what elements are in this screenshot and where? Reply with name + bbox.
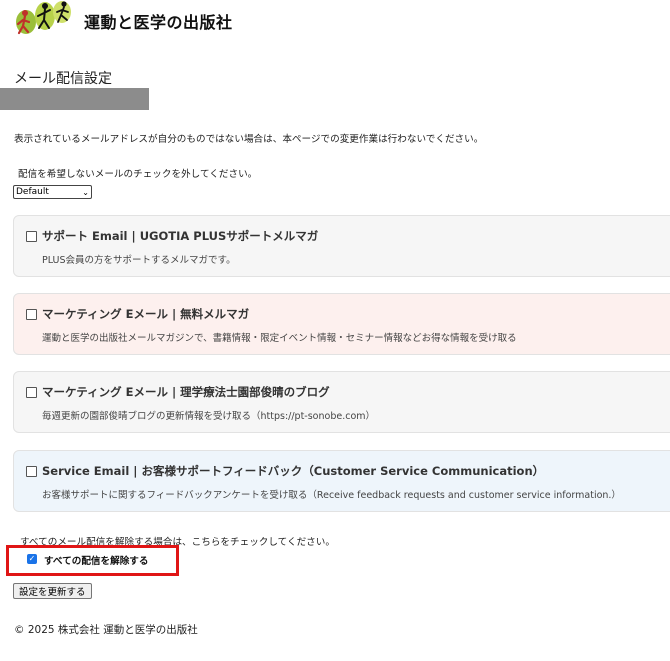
brand-logo: [12, 0, 74, 40]
subscription-checkbox[interactable]: [26, 231, 37, 242]
language-select-value: Default: [16, 187, 49, 197]
subscription-description: 毎週更新の園部俊晴ブログの更新情報を受け取る（https://pt-sonobe…: [42, 411, 376, 422]
footer-copyright: © 2025 株式会社 運動と医学の出版社: [14, 624, 198, 636]
subscription-card: マーケティング Eメール | 理学療法士園部俊晴のブログ 毎週更新の園部俊晴ブロ…: [13, 371, 670, 433]
subscription-description: お客様サポートに関するフィードバックアンケートを受け取る（Receive fee…: [42, 490, 621, 501]
subscription-title: マーケティング Eメール | 理学療法士園部俊晴のブログ: [42, 385, 330, 399]
check-icon: ✓: [28, 554, 36, 563]
brand-name: 運動と医学の出版社: [84, 13, 233, 32]
subscription-checkbox[interactable]: [26, 466, 37, 477]
page-title: メール配信設定: [14, 71, 112, 87]
update-settings-button[interactable]: 設定を更新する: [13, 583, 92, 599]
subscription-title: マーケティング Eメール | 無料メルマガ: [42, 307, 250, 321]
subscription-title: サポート Email | UGOTIA PLUSサポートメルマガ: [42, 229, 319, 243]
subscription-card: Service Email | お客様サポートフィードバック（Customer …: [13, 450, 670, 512]
language-select[interactable]: Default ⌄: [13, 185, 92, 199]
subscription-card: サポート Email | UGOTIA PLUSサポートメルマガ PLUS会員の…: [13, 215, 670, 277]
email-address-redacted: [0, 88, 149, 110]
unsubscribe-all-checkbox[interactable]: ✓: [27, 554, 37, 564]
uncheck-instruction: 配信を希望しないメールのチェックを外してください。: [18, 169, 258, 180]
chevron-down-icon: ⌄: [82, 187, 89, 197]
subscription-description: 運動と医学の出版社メールマガジンで、書籍情報・限定イベント情報・セミナー情報など…: [42, 333, 517, 344]
subscription-card: マーケティング Eメール | 無料メルマガ 運動と医学の出版社メールマガジンで、…: [13, 293, 670, 355]
subscription-description: PLUS会員の方をサポートするメルマガです。: [42, 255, 236, 266]
subscription-title: Service Email | お客様サポートフィードバック（Customer …: [42, 464, 545, 478]
subscription-checkbox[interactable]: [26, 387, 37, 398]
ownership-notice: 表示されているメールアドレスが自分のものではない場合は、本ページでの変更作業は行…: [14, 134, 484, 145]
subscription-checkbox[interactable]: [26, 309, 37, 320]
unsubscribe-all-label[interactable]: すべての配信を解除する: [44, 553, 148, 567]
